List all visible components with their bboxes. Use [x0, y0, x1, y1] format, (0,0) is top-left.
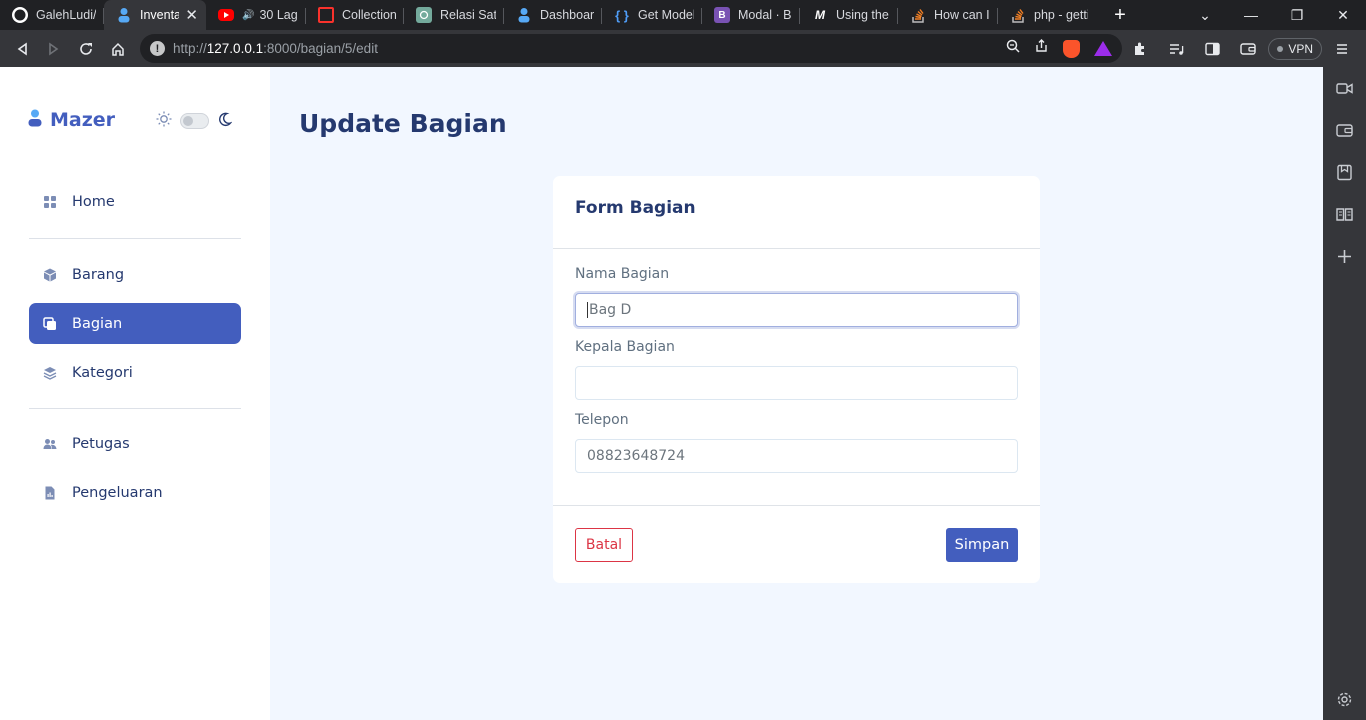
brave-rewards-icon[interactable]: [1094, 41, 1112, 56]
tab-laravel[interactable]: Collections: [306, 0, 404, 30]
sidebar-item-bagian[interactable]: Bagian: [29, 303, 241, 344]
sidebar-divider: [29, 408, 241, 409]
tab-stackoverflow-1[interactable]: How can I a: [898, 0, 998, 30]
brand-name: Mazer: [50, 109, 116, 131]
cancel-button[interactable]: Batal: [575, 528, 633, 562]
window-controls: ⌄ — ❐ ✕: [1182, 0, 1366, 30]
browser-toolbar: ! http://127.0.0.1:8000/bagian/5/edit VP…: [0, 30, 1366, 67]
sidebar-item-pengeluaran[interactable]: Pengeluaran: [29, 472, 241, 513]
sidebar-item-barang[interactable]: Barang: [29, 254, 241, 295]
kepala-bagian-input[interactable]: [575, 366, 1018, 400]
layers-icon: [43, 366, 57, 380]
add-panel-icon[interactable]: [1336, 248, 1353, 265]
moon-icon: [217, 112, 233, 131]
tab-medium[interactable]: M Using the Fo: [800, 0, 898, 30]
tab-get-model[interactable]: { } Get Model: [602, 0, 702, 30]
telepon-input[interactable]: 08823648724: [575, 439, 1018, 473]
openai-icon: [416, 7, 432, 23]
sidebar-divider: [29, 238, 241, 239]
brave-shields-icon[interactable]: [1063, 39, 1080, 58]
box-icon: [43, 268, 57, 282]
url-text: http://127.0.0.1:8000/bagian/5/edit: [173, 41, 378, 56]
tab-search-icon[interactable]: ⌄: [1182, 7, 1228, 24]
menu-icon[interactable]: [1326, 33, 1358, 65]
page-title: Update Bagian: [299, 109, 507, 138]
vpn-button[interactable]: VPN: [1268, 37, 1322, 60]
save-button[interactable]: Simpan: [946, 528, 1018, 562]
medium-icon: M: [815, 8, 825, 22]
close-window-icon[interactable]: ✕: [1320, 7, 1366, 24]
speaker-icon[interactable]: 🔊: [242, 10, 254, 21]
settings-gear-icon[interactable]: [1336, 691, 1353, 708]
stack-icon: [43, 316, 57, 331]
page-content: Mazer Home Barang Bagian Kategori Petuga…: [0, 67, 1323, 720]
sidebar-item-kategori[interactable]: Kategori: [29, 352, 241, 393]
telepon-label: Telepon: [575, 412, 629, 428]
sidebar-item-petugas[interactable]: Petugas: [29, 423, 241, 464]
back-icon[interactable]: [6, 33, 38, 65]
braces-icon: { }: [615, 7, 629, 23]
tab-bootstrap[interactable]: B Modal · Boo: [702, 0, 800, 30]
reading-list-icon[interactable]: [1336, 206, 1353, 223]
restore-icon[interactable]: ❐: [1274, 7, 1320, 24]
youtube-icon: [218, 9, 234, 21]
grid-icon: [43, 195, 57, 209]
card-footer-divider: [553, 505, 1040, 506]
nama-bagian-label: Nama Bagian: [575, 266, 670, 282]
user-favicon-icon: [116, 7, 132, 23]
sidebar-item-home[interactable]: Home: [29, 181, 241, 222]
nama-bagian-input[interactable]: Bag D: [575, 293, 1018, 327]
theme-toggle: [156, 111, 233, 131]
address-bar[interactable]: ! http://127.0.0.1:8000/bagian/5/edit: [140, 34, 1122, 63]
tab-stackoverflow-2[interactable]: php - gettin: [998, 0, 1096, 30]
stackoverflow-icon: [910, 7, 926, 23]
sidebar-toggle-icon[interactable]: [1196, 33, 1228, 65]
github-icon: [12, 7, 28, 23]
wallet-icon[interactable]: [1232, 33, 1264, 65]
tab-youtube[interactable]: 🔊 30 Lagu: [206, 0, 306, 30]
reload-icon[interactable]: [70, 33, 102, 65]
forward-icon[interactable]: [38, 33, 70, 65]
wallet-panel-icon[interactable]: [1336, 122, 1353, 139]
sun-icon: [156, 111, 172, 131]
tab-strip: GalehLudi/i Inventar ✕ 🔊 30 Lagu Collect…: [0, 0, 1366, 30]
video-call-icon[interactable]: [1336, 80, 1353, 97]
text-caret: [587, 302, 588, 318]
stackoverflow-icon: [1010, 7, 1026, 23]
media-playlist-icon[interactable]: [1160, 33, 1192, 65]
zoom-icon[interactable]: [1006, 39, 1020, 58]
file-chart-icon: [43, 486, 57, 500]
card-header-divider: [553, 248, 1040, 249]
tab-openai[interactable]: Relasi Satu-: [404, 0, 504, 30]
browser-side-panel-rail: [1323, 67, 1366, 720]
minimize-icon[interactable]: —: [1228, 7, 1274, 23]
people-icon: [43, 437, 57, 451]
home-icon[interactable]: [102, 33, 134, 65]
card-title: Form Bagian: [575, 198, 696, 218]
close-tab-icon[interactable]: ✕: [185, 6, 198, 24]
user-favicon-icon: [516, 7, 532, 23]
bookmark-icon[interactable]: [1336, 164, 1353, 181]
tab-github[interactable]: GalehLudi/i: [0, 0, 104, 30]
extensions-icon[interactable]: [1124, 33, 1156, 65]
sidebar: Mazer Home Barang Bagian Kategori Petuga…: [0, 67, 270, 720]
kepala-bagian-label: Kepala Bagian: [575, 339, 675, 355]
brand[interactable]: Mazer: [28, 109, 115, 131]
bootstrap-icon: B: [714, 7, 730, 23]
site-info-icon[interactable]: !: [150, 41, 165, 56]
user-logo-icon: [28, 109, 42, 131]
form-card: Form Bagian Nama Bagian Bag D Kepala Bag…: [553, 176, 1040, 583]
vpn-status-dot: [1277, 45, 1284, 52]
laravel-icon: [318, 7, 334, 23]
new-tab-button[interactable]: +: [1100, 0, 1140, 30]
tab-dashboard[interactable]: Dashboard: [504, 0, 602, 30]
dark-mode-switch[interactable]: [180, 113, 209, 129]
share-icon[interactable]: [1034, 39, 1049, 58]
tab-inventaris[interactable]: Inventar ✕: [104, 0, 206, 30]
